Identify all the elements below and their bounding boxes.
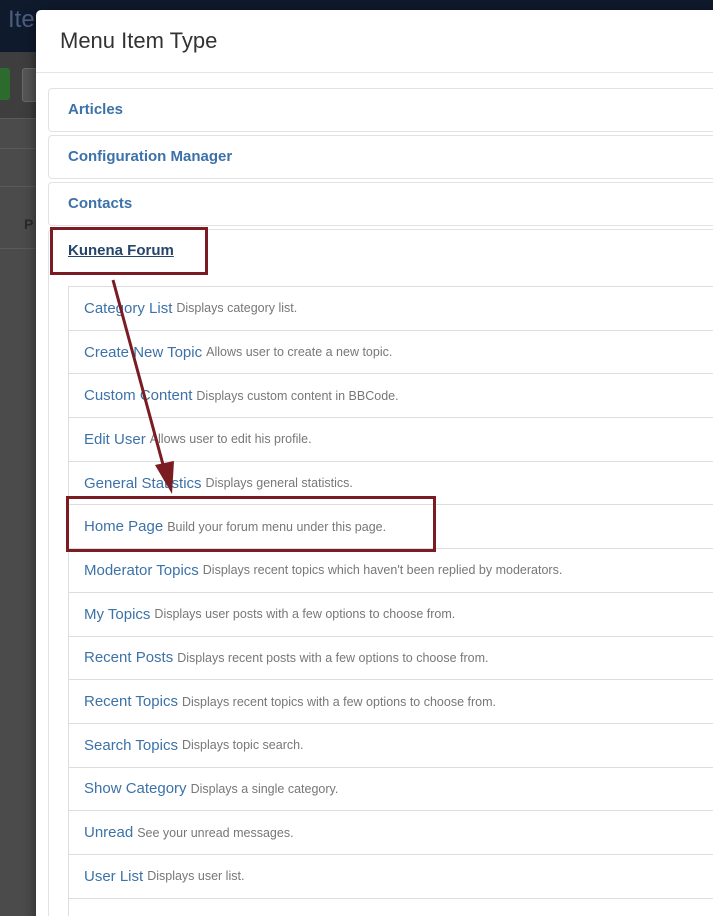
menu-item-type-modal: Menu Item Type Articles Configuration Ma… [36,10,713,916]
accordion-heading-contacts[interactable]: Contacts [49,183,713,225]
background-divider [0,186,40,187]
accordion-group-contacts: Contacts [48,182,713,226]
menu-type-category-list[interactable]: Category List Displays category list. [69,287,713,331]
modal-title: Menu Item Type [60,28,218,53]
item-description: Allows user to create a new topic. [206,345,393,360]
item-title: Home Page [84,518,164,536]
item-description: Displays user posts with a few options t… [154,607,456,622]
item-description: Displays general statistics. [205,476,353,491]
background-divider [0,148,40,149]
accordion-heading-kunena-forum[interactable]: Kunena Forum [49,230,713,272]
item-title: Custom Content [84,387,193,405]
accordion-group-configuration-manager: Configuration Manager [48,135,713,179]
item-description: Displays custom content in BBCode. [196,388,399,403]
item-description: Displays recent topics with a few option… [181,694,496,709]
menu-type-edit-user[interactable]: Edit User Allows user to edit his profil… [69,418,713,462]
menu-type-custom-content[interactable]: Custom Content Displays custom content i… [69,374,713,419]
background-divider [0,248,40,249]
item-title: Edit User [84,430,146,448]
item-title: Search Topics [84,736,178,754]
item-title: User List [84,867,144,885]
background-divider [0,118,40,119]
item-title: Category List [84,299,173,317]
item-title: Unread [84,824,134,842]
modal-header: Menu Item Type [36,10,713,73]
item-title: Recent Topics [84,693,178,711]
item-description: Displays topic search. [181,738,304,753]
background-column-letter: P [24,216,34,232]
item-title: Show Category [84,780,187,798]
item-title: Create New Topic [84,343,203,361]
item-title: General Statistics [84,474,202,492]
accordion-heading-articles[interactable]: Articles [49,89,713,131]
item-description: Allows user to edit his profile. [149,432,312,447]
menu-type-create-new-topic[interactable]: Create New Topic Allows user to create a… [69,331,713,375]
menu-type-recent-topics[interactable]: Recent Topics Displays recent topics wit… [69,680,713,724]
item-description: Displays recent topics which haven't bee… [202,563,563,578]
menu-type-general-statistics[interactable]: General Statistics Displays general stat… [69,462,713,506]
kunena-item-list: Category List Displays category list. Cr… [68,286,713,916]
item-description: Build your forum menu under this page. [167,519,387,534]
item-description: Displays category list. [176,301,298,316]
background-header-title: Ite [8,6,35,33]
menu-type-recent-posts[interactable]: Recent Posts Displays recent posts with … [69,637,713,681]
menu-type-show-category[interactable]: Show Category Displays a single category… [69,768,713,812]
item-title: Recent Posts [84,649,174,667]
accordion-group-articles: Articles [48,88,713,132]
item-title: Moderator Topics [84,561,199,579]
item-title: My Topics [84,605,151,623]
background-save-button [0,68,10,100]
menu-type-my-topics[interactable]: My Topics Displays user posts with a few… [69,593,713,637]
item-description: Displays user list. [147,869,245,884]
item-description: Displays a single category. [190,781,339,796]
menu-type-moderator-topics[interactable]: Moderator Topics Displays recent topics … [69,549,713,593]
menu-type-user-list[interactable]: User List Displays user list. [69,855,713,899]
item-description: See your unread messages. [137,825,294,840]
menu-type-home-page[interactable]: Home Page Build your forum menu under th… [69,505,713,550]
menu-type-search-topics[interactable]: Search Topics Displays topic search. [69,724,713,768]
item-description: Displays recent posts with a few options… [177,650,489,665]
menu-type-unread[interactable]: Unread See your unread messages. [69,811,713,855]
accordion-heading-configuration-manager[interactable]: Configuration Manager [49,136,713,178]
